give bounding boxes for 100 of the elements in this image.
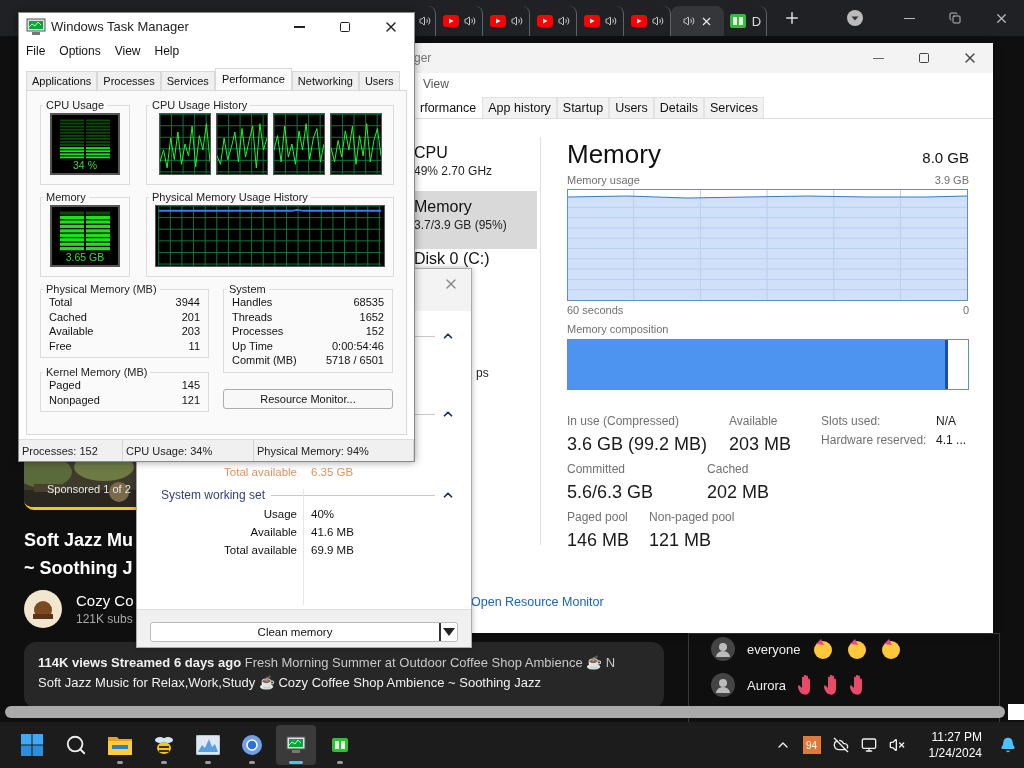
stat-label: Slots used:	[821, 414, 882, 429]
resource-monitor-link[interactable]: Open Resource Monitor	[471, 595, 604, 609]
menu-item[interactable]: File	[26, 44, 46, 58]
channel-name[interactable]: Cozy Co	[76, 592, 134, 609]
sidebar-item-name: Disk 0 (C:)	[414, 249, 490, 269]
speaker-icon	[419, 15, 431, 27]
video-play-icon	[489, 15, 506, 27]
browser-icon	[241, 734, 263, 756]
folder-icon	[108, 735, 132, 755]
stat-label: Paged pool	[567, 510, 629, 525]
stat-label: Committed	[567, 462, 626, 477]
stat-label: Processes	[232, 324, 284, 339]
speaker-icon	[682, 15, 695, 27]
volume-muted-icon[interactable]	[888, 737, 905, 753]
sidebar-item[interactable]: Disk 0 (C:)	[414, 249, 537, 268]
video-title: ~ Soothing J	[24, 557, 133, 580]
video-play-icon	[630, 15, 647, 27]
tab[interactable]: Networking	[291, 71, 359, 90]
sidebar-item[interactable]: Memory 3.7/3.9 GB (95%)	[414, 191, 537, 249]
stat-value: 3.6 GB (99.2 MB)	[567, 433, 708, 456]
minimize-icon	[293, 25, 305, 28]
tab[interactable]: Details	[653, 97, 704, 118]
plus-icon	[783, 9, 801, 27]
minimize-icon	[872, 57, 884, 59]
stat-label: Commit (MB)	[232, 353, 297, 368]
tab[interactable]: Processes	[97, 71, 161, 90]
stat-value: 5718 / 6501	[325, 353, 384, 368]
stat-value: 40%	[310, 508, 336, 520]
graph-label: Memory usage	[567, 174, 640, 186]
tab[interactable]: Startup	[556, 97, 610, 118]
graph-label: Memory composition	[567, 323, 669, 335]
performance-chart-icon	[196, 735, 220, 755]
cpu-history-graph	[158, 113, 211, 175]
stat-value: 121	[181, 392, 200, 407]
panel-title: Physical Memory Usage History	[151, 191, 309, 203]
speaker-icon	[557, 15, 570, 27]
sidebar-item-detail: 3.7/3.9 GB (95%)	[414, 217, 508, 233]
stat-value: 146 MB	[567, 529, 630, 552]
clock[interactable]: 11:27 PM 1/24/2024	[928, 729, 982, 761]
stat-value: 11	[188, 338, 200, 353]
sidebar-item[interactable]: CPU 49% 2.70 GHz	[414, 137, 537, 191]
stat-label: Cached	[49, 309, 87, 324]
taskbar-button[interactable]	[276, 725, 316, 765]
monitor-icon[interactable]	[860, 737, 877, 753]
channel-avatar[interactable]	[24, 590, 62, 628]
tab[interactable]: Services	[160, 71, 215, 90]
status-text: Physical Memory: 94%	[254, 440, 414, 461]
bee-icon	[153, 734, 175, 756]
sidebar-item-name: CPU	[414, 143, 449, 163]
scrollbar-corner	[1008, 704, 1024, 720]
menu-item[interactable]: Help	[154, 44, 180, 58]
stat-value: 69.9 MB	[310, 544, 355, 556]
panel-title: Memory	[45, 191, 87, 203]
speaker-icon	[510, 15, 523, 27]
tab[interactable]: Performance	[214, 68, 292, 90]
notification-bell-icon[interactable]	[1000, 737, 1016, 753]
stat-value: 4.1 ...	[936, 433, 967, 448]
tab[interactable]: App history	[482, 97, 557, 118]
chat-text: Aurora	[747, 677, 787, 693]
stat-label: Total	[49, 295, 73, 310]
sidebar-item-name: Memory	[414, 197, 473, 217]
tab[interactable]: Applications	[26, 71, 98, 90]
stat-label: Hardware reserved:	[821, 433, 928, 448]
description-box[interactable]: 114K views Streamed 6 days ago Fresh Morning Summer at Outdoor Coffee Shop Ambience ☕ N Soft Jazz Music for Relax,Work,Study ☕ Cozy Coffee Shop Ambience ~ Soothing Jazz	[24, 642, 664, 708]
tab[interactable]: Services	[704, 97, 764, 118]
section-heading: Memory	[567, 139, 661, 170]
party-face-icon	[846, 638, 869, 660]
menu-item[interactable]: Options	[59, 44, 101, 58]
cloud-off-icon[interactable]	[832, 737, 849, 753]
browser-tab[interactable]	[671, 6, 724, 36]
clean-memory-button[interactable]: Clean memory	[150, 622, 458, 642]
video-thumbnail[interactable]: Sponsored 1 of 2	[24, 462, 136, 510]
panel-title: CPU Usage	[45, 99, 106, 111]
tab[interactable]: Users	[358, 71, 400, 90]
dropdown-caret-icon[interactable]	[443, 628, 455, 636]
window-title: ger	[414, 51, 432, 65]
memory-capacity: 8.0 GB	[922, 149, 969, 166]
resource-monitor-button[interactable]: Resource Monitor...	[223, 388, 393, 409]
menu-item[interactable]: View	[423, 77, 456, 91]
sidebar-item-detail: 49% 2.70 GHz	[414, 163, 494, 179]
browser-tab[interactable]: D	[724, 6, 767, 36]
stat-label: Nonpaged	[49, 392, 100, 407]
panel-title: Kernel Memory (MB)	[45, 366, 149, 378]
meter-app-icon	[728, 13, 747, 29]
waving-hand-icon	[824, 675, 839, 695]
video-title: Soft Jazz Mu	[24, 529, 133, 552]
waving-hand-icon	[850, 675, 865, 695]
stat-label: Threads	[232, 309, 273, 324]
section-title: System working set	[161, 488, 266, 502]
horizontal-scrollbar[interactable]	[5, 706, 1005, 718]
menu-item[interactable]: View	[114, 44, 141, 58]
stat-value: 41.6 MB	[310, 526, 355, 538]
stat-value: 121 MB	[649, 529, 713, 552]
maximize-icon	[339, 20, 351, 33]
status-text: Processes: 152	[19, 440, 123, 461]
tab[interactable]: Users	[609, 97, 654, 118]
cpu-history-graph	[215, 113, 268, 175]
speaker-icon	[463, 15, 476, 27]
stat-value: 203	[181, 324, 200, 339]
sponsored-label: Sponsored 1 of 2	[47, 483, 131, 495]
